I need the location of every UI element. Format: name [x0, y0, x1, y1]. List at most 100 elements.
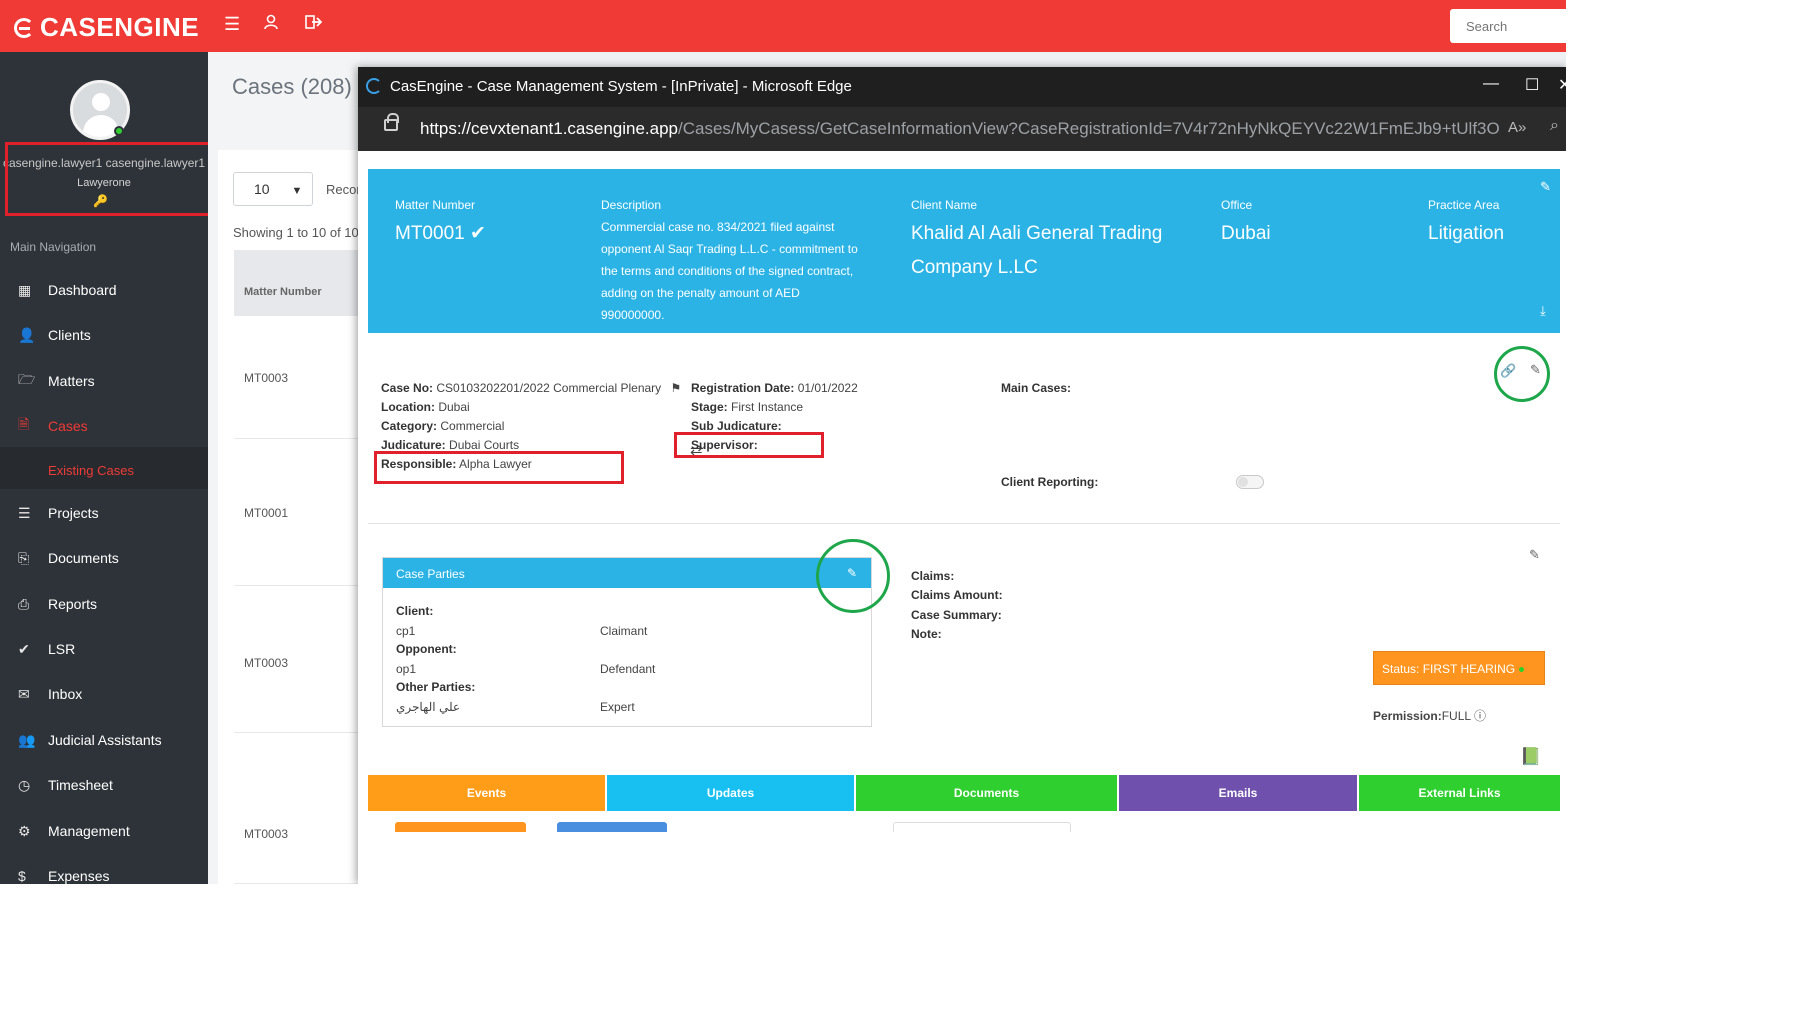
top-bar: CASENGINE ☰ 8	[0, 0, 1566, 52]
download-icon[interactable]: ⤓	[1540, 303, 1546, 319]
parties-client-label: Client:	[396, 604, 434, 618]
search-input[interactable]	[1450, 9, 1566, 43]
events-action-button[interactable]	[395, 822, 526, 832]
tab-emails[interactable]: Emails	[1119, 775, 1359, 811]
sidebar-item-judicial-assistants[interactable]: 👥 Judicial Assistants	[0, 725, 208, 755]
case-judicature: Judicature: Dubai Courts	[381, 438, 520, 452]
address-bar[interactable]: https://cevxtenant1.casengine.app/Cases/…	[358, 107, 1566, 151]
office-label: Office	[1221, 198, 1253, 212]
party-client-role: Claimant	[600, 624, 648, 638]
client-reporting-toggle[interactable]	[1236, 475, 1264, 489]
avatar-head-icon	[92, 93, 110, 111]
brand-mark-icon	[14, 17, 34, 38]
party-other-name: علي الهاجري	[396, 700, 461, 714]
minimize-icon[interactable]: —	[1483, 75, 1499, 93]
edit-matter-icon[interactable]: ✎	[1540, 179, 1551, 195]
page-size-select[interactable]: 10 ▼	[233, 172, 313, 206]
logout-icon[interactable]	[305, 14, 323, 35]
sidebar-item-dashboard[interactable]: ▦ Dashboard	[0, 275, 208, 305]
envelope-icon: ✉	[18, 685, 30, 702]
status-dot-icon	[1519, 667, 1525, 673]
sidebar-item-matters[interactable]: 🗁 Matters	[0, 366, 208, 396]
column-header-matter-number[interactable]: Matter Number	[234, 250, 360, 316]
table-row[interactable]: MT0001	[234, 439, 360, 586]
tab-external-links[interactable]: External Links	[1359, 775, 1560, 811]
events-search-field[interactable]	[893, 822, 1071, 832]
sidebar-item-expenses[interactable]: $ Expenses	[0, 861, 208, 884]
sidebar: casengine.lawyer1 casengine.lawyer1 Lawy…	[0, 52, 222, 884]
description-label: Description	[601, 198, 662, 212]
office-value: Dubai	[1221, 223, 1271, 244]
lock-icon	[384, 113, 399, 131]
grid-icon: ▦	[18, 281, 32, 298]
page-title: Cases (208)	[232, 74, 352, 99]
user-icon: 👤	[18, 326, 36, 343]
party-other-role: Expert	[600, 700, 635, 714]
tab-events[interactable]: Events	[368, 775, 607, 811]
folder-icon: 🗁	[18, 371, 36, 387]
party-client-name: cp1	[396, 624, 416, 638]
table-row[interactable]: MT0003	[234, 316, 360, 439]
case-stage: Stage: First Instance	[691, 400, 804, 414]
verified-check-icon: ✔	[469, 223, 486, 244]
main-cases: Main Cases:	[1001, 381, 1072, 395]
maximize-icon[interactable]: ☐	[1525, 75, 1539, 95]
avatar-body-icon	[83, 115, 119, 137]
case-parties-header: Case Parties	[383, 558, 871, 588]
practice-area-label: Practice Area	[1428, 198, 1500, 212]
sidebar-item-projects[interactable]: ☰ Projects	[0, 498, 208, 528]
table-row[interactable]: MT0003	[234, 586, 360, 733]
read-aloud-icon[interactable]: A»	[1508, 119, 1526, 136]
user-gear-icon: ⚙	[18, 822, 31, 839]
events-filter-button[interactable]	[557, 822, 667, 832]
dollar-icon: $	[18, 868, 26, 884]
practice-area-value: Litigation	[1428, 223, 1505, 244]
close-icon[interactable]: ✕	[1558, 75, 1566, 95]
users-icon: 👥	[18, 731, 36, 748]
client-name: Khalid Al Aali General Trading Company L…	[911, 223, 1163, 278]
sidebar-item-timesheet[interactable]: ◷ Timesheet	[0, 770, 208, 800]
book-icon[interactable]: 📗	[1520, 747, 1541, 767]
case-category: Category: Commercial	[381, 419, 505, 433]
online-status-dot	[114, 126, 124, 136]
user-profile-icon[interactable]	[263, 14, 279, 35]
sidebar-item-inbox[interactable]: ✉ Inbox	[0, 679, 208, 709]
browser-title-bar: CasEngine - Case Management System - [In…	[358, 67, 1566, 107]
brand-name: CASENGINE	[40, 12, 200, 42]
help-icon[interactable]: ⓘ	[1474, 709, 1486, 723]
sidebar-subitem-existing-cases[interactable]: Existing Cases	[48, 463, 134, 478]
brand-logo[interactable]: CASENGINE	[14, 12, 199, 43]
table-row[interactable]: MT0003	[234, 733, 360, 884]
hamburger-menu-icon[interactable]: ☰	[224, 14, 240, 35]
sidebar-item-cases[interactable]: 🗎 Cases	[0, 411, 208, 441]
sidebar-item-documents[interactable]: ⎘ Documents	[0, 543, 208, 573]
tab-documents[interactable]: Documents	[856, 775, 1119, 811]
case-number: Case No: CS0103202201/2022 Commercial Pl…	[381, 381, 682, 395]
sidebar-item-lsr[interactable]: ✔ LSR	[0, 634, 208, 664]
claims-amount-label: Claims Amount:	[911, 588, 1003, 602]
case-information-view: Matter Number MT0001 ✔ Description Comme…	[358, 151, 1566, 884]
permission: Permission:FULL ⓘ	[1373, 709, 1486, 723]
documents-icon: ⎘	[18, 549, 30, 566]
url-text[interactable]: https://cevxtenant1.casengine.app/Cases/…	[420, 119, 1500, 139]
case-tabs: Events Updates Documents Emails External…	[368, 775, 1560, 811]
zoom-icon[interactable]: ⌕	[1550, 117, 1559, 135]
casengine-favicon-icon	[366, 78, 382, 94]
sidebar-item-clients[interactable]: 👤 Clients	[0, 320, 208, 350]
matter-number-label: Matter Number	[395, 198, 476, 212]
matter-header: Matter Number MT0001 ✔ Description Comme…	[368, 169, 1560, 333]
records-label: Recor	[326, 182, 361, 197]
registration-date: Registration Date: 01/01/2022	[691, 381, 858, 395]
print-icon: ⎙	[18, 595, 30, 612]
case-parties-panel: Case Parties ✎ Client: cp1 Claimant Oppo…	[382, 557, 872, 727]
annotation-red-box-supervisor	[674, 432, 824, 458]
sidebar-item-management[interactable]: ⚙ Management	[0, 816, 208, 846]
annotation-green-circle-parties-edit	[816, 539, 890, 613]
parties-other-label: Other Parties:	[396, 680, 476, 694]
flag-icon[interactable]: ⚑	[671, 381, 682, 395]
sub-judicature: Sub Judicature:	[691, 419, 782, 433]
sidebar-item-reports[interactable]: ⎙ Reports	[0, 589, 208, 619]
tab-updates[interactable]: Updates	[607, 775, 856, 811]
edit-claims-icon[interactable]: ✎	[1529, 547, 1540, 563]
status-badge[interactable]: Status: FIRST HEARING	[1373, 651, 1545, 685]
